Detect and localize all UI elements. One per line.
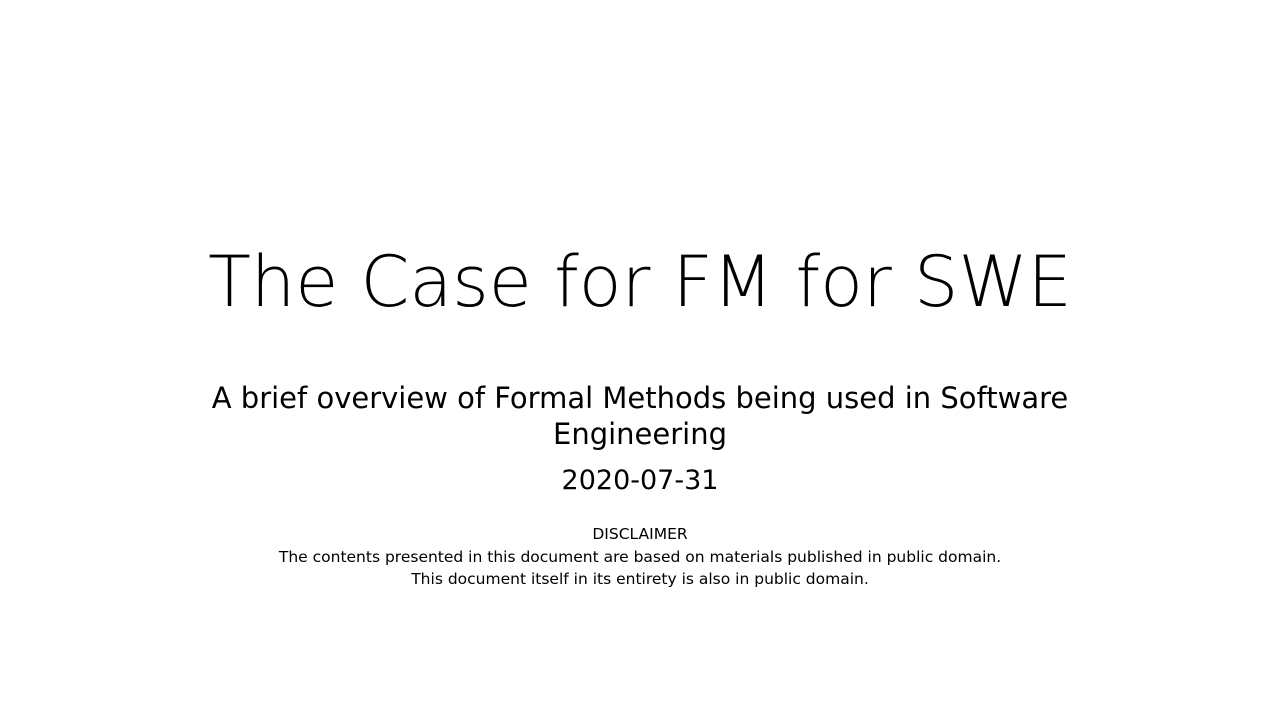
subtitle-line: A brief overview of Formal Methods being…	[211, 381, 1069, 415]
disclaimer: DISCLAIMER The contents presented in thi…	[0, 523, 1280, 591]
slide-date: 2020-07-31	[561, 465, 719, 496]
disclaimer-text: This document itself in its entirety is …	[411, 570, 869, 588]
disclaimer-text: The contents presented in this document …	[278, 547, 1002, 566]
subtitle-line: Engineering	[553, 417, 727, 451]
slide-title: The Case for FM for SWE	[208, 241, 1072, 323]
slide-subtitle: A brief overview of Formal Methods being…	[170, 380, 1110, 452]
disclaimer-heading: DISCLAIMER	[592, 525, 688, 543]
title-slide: The Case for FM for SWE A brief overview…	[0, 0, 1280, 720]
